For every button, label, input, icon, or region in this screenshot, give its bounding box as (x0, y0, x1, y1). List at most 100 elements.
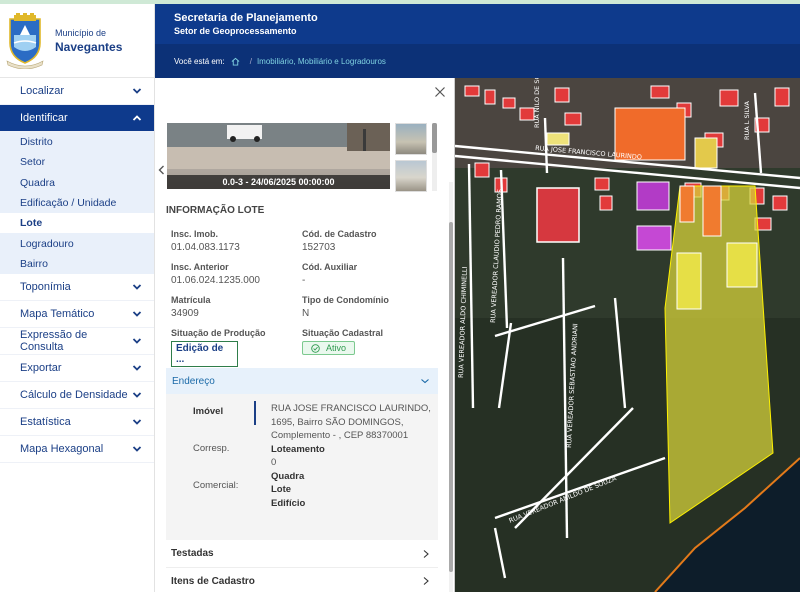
accordion-title: Itens de Cadastro (171, 575, 255, 587)
photo-caption: 0.0-3 - 24/06/2025 00:00:00 (167, 175, 390, 189)
header-title: Secretaria de Planejamento (174, 12, 318, 24)
sidebar-item-exportar[interactable]: Exportar (0, 355, 154, 383)
field-insc-imob: Insc. Imob. 01.04.083.1173 (171, 229, 301, 253)
sidebar-item-toponimia[interactable]: Toponímia (0, 274, 154, 302)
thumbnail-scrollbar[interactable] (432, 123, 437, 191)
submenu-item-lote[interactable]: Lote (0, 213, 154, 234)
accordion-itens-cadastro[interactable]: Itens de Cadastro (166, 567, 438, 592)
header: Secretaria de Planejamento Setor de Geop… (155, 4, 800, 78)
sidebar-item-mapa-tematico[interactable]: Mapa Temático (0, 301, 154, 329)
info-panel: 0.0-3 - 24/06/2025 00:00:00 INFORMAÇÃO L… (155, 78, 455, 592)
accordion-title: Testadas (171, 548, 214, 559)
sidebar-item-identificar[interactable]: Identificar (0, 105, 154, 132)
submenu-item-setor[interactable]: Setor (0, 152, 154, 172)
field-cod-auxiliar: Cód. Auxiliar - (302, 262, 432, 286)
address-text: RUA JOSE FRANCISCO LAURINDO, 1695, Bairr… (271, 403, 431, 441)
accordion-testadas[interactable]: Testadas (166, 540, 438, 567)
chevron-down-icon (421, 379, 429, 384)
chevron-right-icon (423, 577, 429, 585)
chevron-up-icon (132, 115, 142, 121)
sidebar-item-calculo-densidade[interactable]: Cálculo de Densidade (0, 382, 154, 410)
street-label: RUA L SILVA (743, 101, 751, 140)
logo-text: Município de Navegantes (55, 28, 122, 54)
sidebar-nav: Localizar Identificar Distrito Setor Qua… (0, 78, 154, 464)
field-label: Insc. Anterior (171, 262, 229, 272)
identificar-submenu: Distrito Setor Quadra Edificação / Unida… (0, 132, 154, 275)
field-label: Situação de Produção (171, 328, 266, 338)
header-subtitle: Setor de Geoprocessamento (174, 26, 297, 36)
sidebar-item-estatistica[interactable]: Estatística (0, 409, 154, 437)
address-tab-corresp[interactable]: Corresp. (193, 443, 229, 454)
chevron-down-icon (132, 365, 142, 371)
sidebar-item-label: Identificar (20, 112, 68, 124)
street-label: RUA NILO DE SOUZA (533, 78, 541, 128)
breadcrumb-label: Você está em: (174, 56, 225, 66)
sidebar-item-label: Expressão de Consulta (20, 329, 88, 354)
city-seal-icon (6, 12, 44, 69)
breadcrumb-link[interactable]: Imobiliário, Mobiliário e Logradouros (257, 57, 386, 66)
photo-thumbnail[interactable] (395, 123, 427, 155)
field-value: 01.06.024.1235.000 (171, 275, 260, 286)
sidebar-item-mapa-hexagonal[interactable]: Mapa Hexagonal (0, 436, 154, 464)
field-situacao-cadastral: Situação Cadastral Ativo (302, 328, 432, 356)
accordion-title: Endereço (172, 375, 215, 387)
address-tab-indicator (254, 401, 256, 425)
chevron-down-icon (132, 419, 142, 425)
chevron-down-icon (132, 338, 142, 344)
map-view[interactable]: RUA JOSE FRANCISCO LAURINDO RUA VEREADOR… (455, 78, 800, 592)
chevron-down-icon (132, 392, 142, 398)
sidebar-item-label: Cálculo de Densidade (20, 389, 128, 402)
sidebar-item-expressao-consulta[interactable]: Expressão de Consulta (0, 328, 154, 356)
sidebar-item-localizar[interactable]: Localizar (0, 78, 154, 105)
home-icon[interactable] (231, 57, 240, 66)
check-circle-icon (311, 343, 320, 353)
sidebar-item-label: Estatística (20, 416, 71, 429)
submenu-item-bairro[interactable]: Bairro (0, 254, 154, 274)
chevron-down-icon (132, 284, 142, 290)
field-value: 01.04.083.1173 (171, 242, 240, 253)
loteamento-value: 0 (271, 457, 277, 468)
address-details: RUA JOSE FRANCISCO LAURINDO, 1695, Bairr… (271, 402, 436, 510)
sidebar-item-label: Mapa Hexagonal (20, 443, 104, 456)
panel-scrollbar[interactable] (449, 182, 453, 592)
field-value: 34909 (171, 308, 199, 319)
field-label: Situação Cadastral (302, 328, 384, 338)
address-tab-imovel[interactable]: Imóvel (193, 406, 223, 417)
quadra-label: Quadra (271, 470, 305, 482)
field-value: 152703 (302, 242, 336, 253)
submenu-item-distrito[interactable]: Distrito (0, 132, 154, 152)
field-matricula: Matrícula 34909 (171, 295, 301, 319)
field-label: Cód. Auxiliar (302, 262, 358, 272)
section-title: INFORMAÇÃO LOTE (166, 205, 265, 216)
submenu-item-edificacao[interactable]: Edificação / Unidade (0, 193, 154, 213)
map-canvas: RUA JOSE FRANCISCO LAURINDO RUA VEREADOR… (455, 78, 800, 592)
accordion-endereco-body: Imóvel Corresp. Comercial: RUA JOSE FRAN… (166, 394, 438, 540)
lot-photo[interactable]: 0.0-3 - 24/06/2025 00:00:00 (167, 123, 390, 189)
address-tab-comercial[interactable]: Comercial: (193, 480, 238, 491)
lote-label: Lote (271, 484, 292, 495)
close-icon[interactable] (434, 86, 446, 98)
loteamento-label: Loteamento (271, 443, 325, 455)
sidebar-item-label: Mapa Temático (20, 308, 95, 321)
submenu-item-quadra[interactable]: Quadra (0, 173, 154, 193)
field-label: Matrícula (171, 295, 211, 305)
submenu-item-logradouro[interactable]: Logradouro (0, 233, 154, 253)
chevron-down-icon (132, 446, 142, 452)
logo-title: Navegantes (55, 39, 123, 54)
field-value: N (302, 308, 310, 319)
chevron-down-icon (132, 311, 142, 317)
field-label: Cód. de Cadastro (302, 229, 377, 239)
chevron-left-icon[interactable] (158, 165, 165, 175)
field-insc-anterior: Insc. Anterior 01.06.024.1235.000 (171, 262, 301, 286)
sidebar: Município de Navegantes Localizar Identi… (0, 4, 155, 592)
sidebar-item-label: Toponímia (20, 281, 71, 294)
sidebar-item-label: Localizar (20, 85, 65, 97)
breadcrumb: Você está em: / Imobiliário, Mobiliário … (155, 44, 800, 78)
photo-thumbnail[interactable] (395, 160, 427, 192)
field-value: - (302, 275, 306, 286)
logo-subtitle: Município de (55, 27, 107, 38)
chevron-down-icon (132, 88, 142, 94)
accordion-endereco-header[interactable]: Endereço (166, 368, 438, 394)
field-label: Tipo de Condomínio (302, 295, 389, 305)
production-status-button[interactable]: Edição de ... (171, 341, 238, 367)
